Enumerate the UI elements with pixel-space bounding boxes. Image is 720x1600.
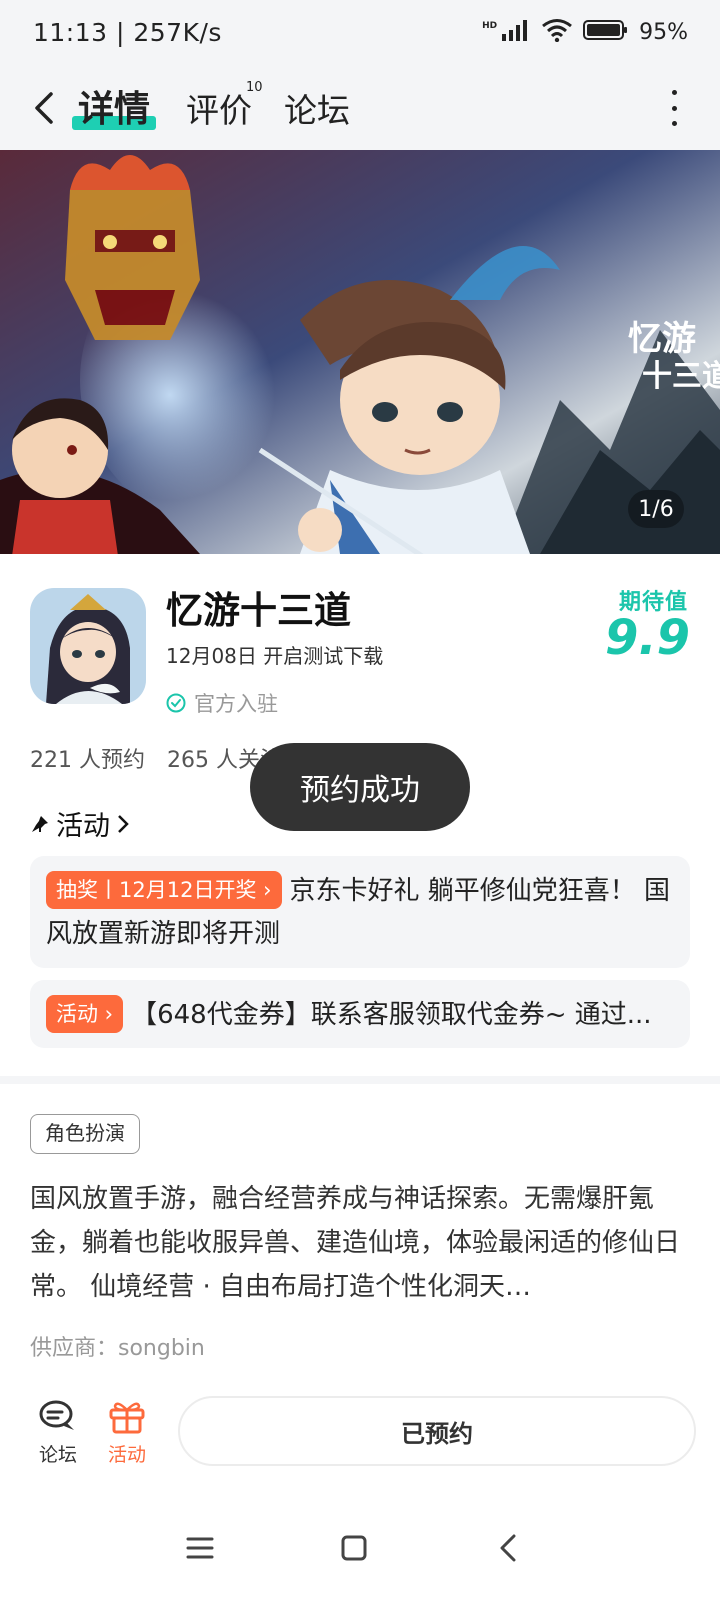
menu-icon [186,1537,214,1559]
menu-nav-button[interactable] [180,1528,220,1568]
back-chevron-icon [500,1534,516,1562]
activity-section-header[interactable]: 活动 [30,804,130,843]
system-navigation-bar [0,1500,720,1600]
banner-page-counter: 1/6 [628,490,684,528]
expectation-score: 9.9 [604,610,690,666]
banner-artwork: 忆游 十三道 [0,150,720,554]
status-bar: 11:13 | 257K/s HD 95% [0,0,720,66]
app-icon [30,588,146,704]
review-count-badge: 10 [246,80,263,95]
gift-icon [109,1402,145,1434]
wifi-icon [541,18,573,46]
tab-review[interactable]: 评价 [186,84,252,132]
home-nav-button[interactable] [334,1528,374,1568]
svg-text:十三道: 十三道 [642,359,720,394]
tab-detail[interactable]: 详情 [78,80,150,132]
activity-text: 【648代金券】联系客服领取代金券~ 通过... [131,1000,652,1030]
status-time: 11:13 | 257K/s [33,18,222,47]
test-date: 12月08日 开启测试下载 [166,644,384,668]
toast-message: 预约成功 [250,743,470,831]
back-nav-button[interactable] [488,1528,528,1568]
activity-card-lottery[interactable]: 抽奖丨12月12日开奖 › 京东卡好礼 躺平修仙党狂喜！ 国风放置新游即将开测 [30,856,690,968]
counts-row: 221 人预约 265 人关注 [30,742,282,774]
tab-forum[interactable]: 论坛 [284,84,350,132]
game-description[interactable]: 国风放置手游，融合经营养成与神话探索。无需爆肝氪金，躺着也能收服异兽、建造仙境，… [30,1177,692,1309]
supplier-info: 供应商：songbin [30,1336,205,1361]
more-options-button[interactable] [668,90,680,126]
back-button[interactable] [26,86,62,130]
status-icons: HD 95% [482,18,688,46]
signal-icon [501,19,531,45]
forum-label: 论坛 [38,1444,77,1466]
banner-carousel[interactable]: 忆游 十三道 1/6 [0,150,720,554]
section-divider [0,1076,720,1084]
forum-button[interactable]: 论坛 [26,1398,90,1467]
verified-check-icon [166,693,186,713]
hd-label: HD [482,21,498,31]
battery-percent: 95% [639,19,688,45]
activity-button[interactable]: 活动 [95,1398,159,1467]
reserved-button[interactable]: 已预约 [178,1396,696,1466]
activity-section-title: 活动 [56,811,110,842]
genre-tag[interactable]: 角色扮演 [30,1114,140,1154]
chevron-right-icon [118,814,129,833]
official-label: 官方入驻 [194,692,278,716]
activity-tag: 活动 › [46,995,124,1033]
activity-card-voucher[interactable]: 活动 › 【648代金券】联系客服领取代金券~ 通过... [30,980,690,1048]
forum-chat-icon [39,1400,74,1430]
back-arrow-icon [35,92,53,124]
app-name: 忆游十三道 [166,589,351,632]
official-badge: 官方入驻 [166,688,278,718]
reserve-count: 221 人预约 [30,748,145,773]
activity-label: 活动 [107,1444,146,1466]
nav-bar: 详情 评价 10 论坛 [0,66,720,150]
battery-icon [583,19,629,45]
bottom-action-bar: 论坛 活动 已预约 [0,1380,720,1490]
lottery-tag: 抽奖丨12月12日开奖 › [46,871,282,909]
pin-icon [32,815,48,832]
svg-text:忆游: 忆游 [628,319,696,359]
home-square-icon [341,1535,367,1561]
